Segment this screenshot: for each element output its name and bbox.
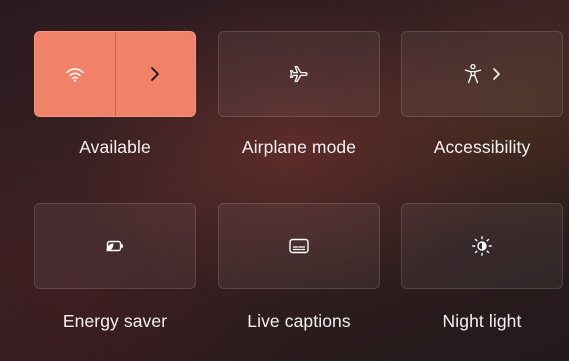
airplane-mode-label: Airplane mode — [241, 137, 357, 157]
live-captions-tile[interactable] — [218, 203, 380, 289]
wifi-toggle-button[interactable] — [35, 32, 115, 116]
wifi-toggle-tile[interactable] — [34, 31, 196, 117]
night-light-tile[interactable] — [401, 203, 563, 289]
energy-saver-tile[interactable] — [34, 203, 196, 289]
energy-saver-icon — [103, 237, 127, 255]
live-captions-label: Live captions — [247, 311, 351, 331]
airplane-mode-tile[interactable] — [218, 31, 380, 117]
quick-settings-panel: Available Airplane mode Accessibility En… — [0, 0, 569, 361]
accessibility-icon — [463, 63, 483, 85]
energy-saver-label: Energy saver — [62, 311, 168, 331]
wifi-icon — [65, 66, 85, 82]
wifi-tile-label: Available — [79, 137, 151, 157]
wifi-networks-button[interactable] — [116, 32, 196, 116]
night-light-label: Night light — [442, 311, 522, 331]
chevron-right-icon — [149, 66, 161, 82]
captions-icon — [288, 237, 310, 255]
night-light-icon — [471, 235, 493, 257]
chevron-right-icon — [491, 67, 501, 81]
airplane-icon — [288, 63, 310, 85]
accessibility-label: Accessibility — [433, 137, 531, 157]
accessibility-tile[interactable] — [401, 31, 563, 117]
